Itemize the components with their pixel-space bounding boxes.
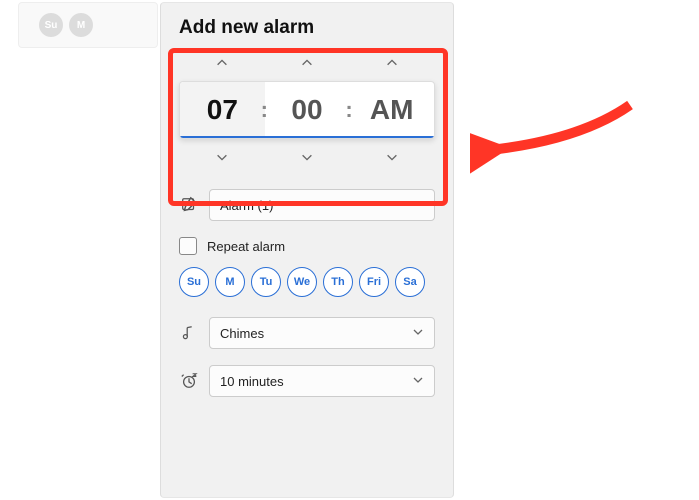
hour-cell[interactable]: 07 (180, 82, 265, 138)
minute-up-button[interactable] (264, 49, 349, 77)
day-sa[interactable]: Sa (395, 267, 425, 297)
time-picker: 07 00 AM (179, 49, 435, 171)
snooze-select[interactable]: 10 minutes (209, 365, 435, 397)
snooze-value: 10 minutes (220, 374, 284, 389)
day-we[interactable]: We (287, 267, 317, 297)
sound-select[interactable]: Chimes (209, 317, 435, 349)
repeat-checkbox[interactable] (179, 237, 197, 255)
sound-value: Chimes (220, 326, 264, 341)
toolbar-remnant: Su M (18, 2, 158, 48)
minute-down-button[interactable] (264, 143, 349, 171)
alarm-name-input[interactable]: Alarm (1) (209, 189, 435, 221)
sound-row: Chimes (179, 317, 435, 349)
day-mo[interactable]: M (215, 267, 245, 297)
period-up-button[interactable] (350, 49, 435, 77)
day-th[interactable]: Th (323, 267, 353, 297)
alarm-name-value: Alarm (1) (220, 198, 273, 213)
alarm-name-row: Alarm (1) (179, 189, 435, 221)
time-display: 07 00 AM (179, 81, 435, 139)
hour-down-button[interactable] (179, 143, 264, 171)
repeat-label: Repeat alarm (207, 239, 285, 254)
day-fr[interactable]: Fri (359, 267, 389, 297)
music-note-icon (179, 324, 199, 342)
repeat-alarm-row: Repeat alarm (179, 237, 435, 255)
hour-up-button[interactable] (179, 49, 264, 77)
snooze-icon (179, 372, 199, 390)
mini-pill-m: M (69, 13, 93, 37)
mini-pill-su: Su (39, 13, 63, 37)
snooze-row: 10 minutes (179, 365, 435, 397)
minute-cell[interactable]: 00 (265, 82, 350, 138)
day-tu[interactable]: Tu (251, 267, 281, 297)
period-cell[interactable]: AM (349, 82, 434, 138)
chevron-down-icon (412, 374, 424, 389)
chevron-down-icon (412, 326, 424, 341)
add-alarm-panel: Add new alarm 07 00 AM (160, 2, 454, 498)
panel-title: Add new alarm (179, 17, 435, 39)
annotation-arrow (470, 95, 640, 175)
day-su[interactable]: Su (179, 267, 209, 297)
day-selector: Su M Tu We Th Fri Sa (179, 267, 435, 297)
period-down-button[interactable] (350, 143, 435, 171)
edit-icon (179, 196, 199, 214)
